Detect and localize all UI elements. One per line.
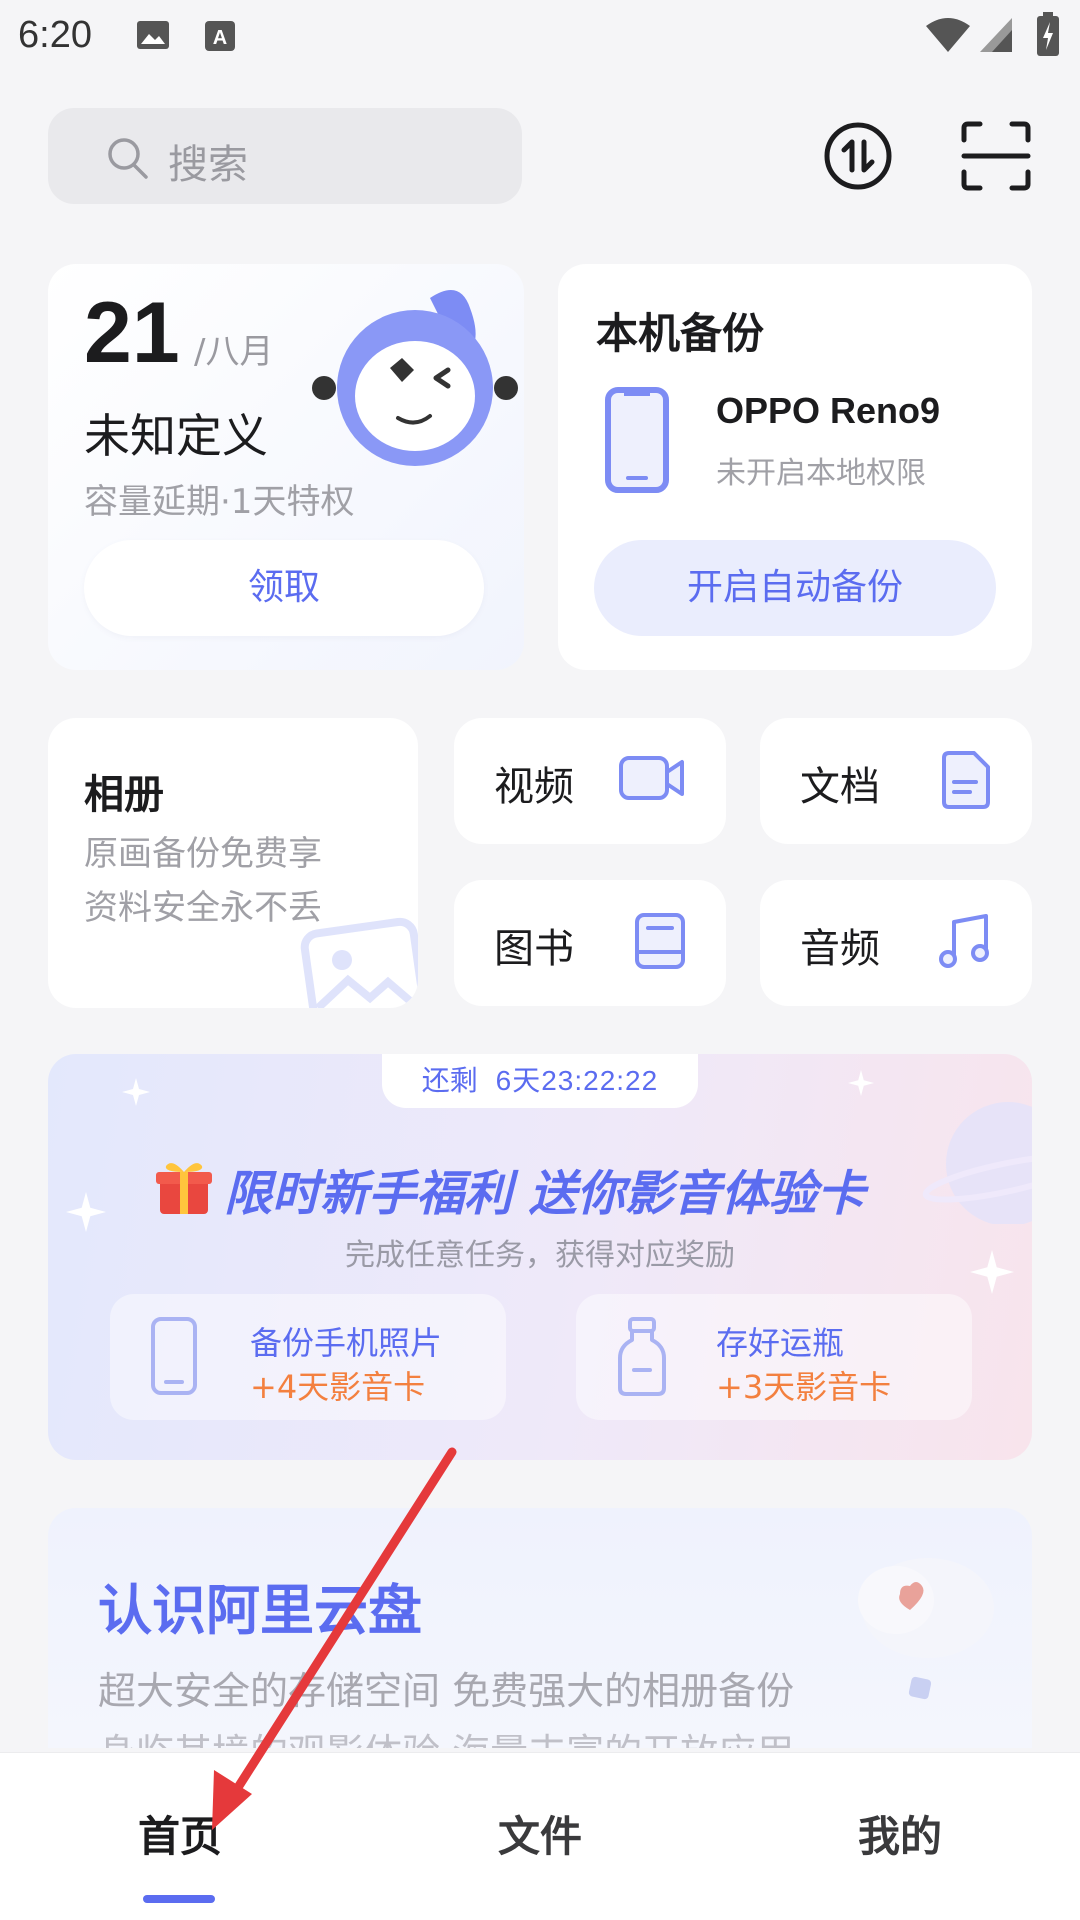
event-banner[interactable]: 还剩 6天23:22:22 限时新手福利 送你影音体验卡 完成任意任务，获得对应… — [48, 1054, 1032, 1460]
category-document[interactable]: 文档 — [760, 718, 1032, 844]
search-input[interactable]: 搜索 — [48, 108, 522, 204]
auto-backup-button[interactable]: 开启自动备份 — [594, 540, 996, 636]
signal-icon — [978, 16, 1014, 58]
countdown-prefix: 还剩 — [421, 1064, 478, 1097]
category-audio[interactable]: 音频 — [760, 880, 1032, 1006]
book-icon — [634, 912, 686, 974]
bottom-nav: 首页 文件 我的 — [0, 1752, 1080, 1920]
photo-icon — [298, 908, 418, 1008]
task-name: 存好运瓶 — [716, 1324, 845, 1362]
album-card[interactable]: 相册 原画备份免费享 资料安全永不丢 — [48, 718, 418, 1008]
tab-home[interactable]: 首页 — [80, 1803, 280, 1864]
document-icon — [940, 750, 992, 814]
promo-title: 未知定义 — [84, 409, 268, 463]
wifi-icon — [924, 16, 972, 58]
album-title: 相册 — [84, 772, 164, 818]
category-document-label: 文档 — [800, 764, 880, 810]
gift-icon — [154, 1158, 214, 1222]
task-reward: +4天影音卡 — [250, 1368, 426, 1406]
active-tab-indicator — [143, 1895, 215, 1903]
tab-files[interactable]: 文件 — [440, 1803, 640, 1864]
bottle-icon — [616, 1316, 668, 1402]
task-backup-photos[interactable]: 备份手机照片 +4天影音卡 — [110, 1294, 506, 1420]
task-lucky-bottle[interactable]: 存好运瓶 +3天影音卡 — [576, 1294, 972, 1420]
cloud-heart-icon — [848, 1538, 998, 1712]
backup-card: 本机备份 OPPO Reno9 未开启本地权限 开启自动备份 — [558, 264, 1032, 670]
search-icon — [104, 134, 152, 186]
promo-day: 21 — [84, 285, 180, 381]
intro-line2: 身临其境的观影体验 海量丰富的开放应用 — [98, 1722, 794, 1748]
sparkle-icon — [66, 1192, 106, 1232]
intro-line1: 超大安全的存储空间 免费强大的相册备份 — [98, 1669, 795, 1713]
category-video-label: 视频 — [494, 764, 574, 810]
tab-mine[interactable]: 我的 — [800, 1803, 1000, 1864]
category-audio-label: 音频 — [800, 926, 880, 972]
transfer-button[interactable] — [822, 120, 894, 192]
mascot-icon — [310, 278, 520, 482]
backup-title: 本机备份 — [596, 309, 765, 358]
category-book-label: 图书 — [494, 926, 574, 972]
promo-subtitle: 容量延期·1天特权 — [84, 482, 355, 522]
intro-card[interactable]: 认识阿里云盘 超大安全的存储空间 免费强大的相册备份 身临其境的观影体验 海量丰… — [48, 1508, 1032, 1748]
promo-card: 21 /八月 未知定义 容量延期·1天特权 领取 — [48, 264, 524, 670]
scan-button[interactable] — [960, 120, 1032, 192]
event-subtitle: 完成任意任务，获得对应奖励 — [345, 1238, 735, 1273]
video-icon — [618, 750, 686, 810]
countdown-time: 6天23:22:22 — [495, 1065, 659, 1096]
device-status: 未开启本地权限 — [716, 456, 926, 491]
sparkle-icon — [848, 1070, 874, 1096]
category-video[interactable]: 视频 — [454, 718, 726, 844]
svg-text:A: A — [213, 27, 227, 49]
promo-month: /八月 — [194, 332, 274, 372]
keyboard-a-icon: A — [204, 20, 236, 56]
search-placeholder: 搜索 — [168, 142, 248, 188]
task-name: 备份手机照片 — [250, 1324, 443, 1362]
intro-title: 认识阿里云盘 — [98, 1579, 422, 1642]
scan-icon — [961, 121, 1031, 191]
sparkle-icon — [122, 1078, 150, 1106]
status-bar: 6:20 A — [0, 0, 1080, 72]
transfer-updown-icon — [824, 122, 892, 190]
category-book[interactable]: 图书 — [454, 880, 726, 1006]
album-desc-line1: 原画备份免费享 — [84, 834, 322, 874]
claim-button[interactable]: 领取 — [84, 540, 484, 636]
planet-decoration-icon — [922, 1102, 1032, 1224]
task-reward: +3天影音卡 — [716, 1368, 892, 1406]
event-title: 限时新手福利 送你影音体验卡 — [224, 1166, 865, 1222]
device-name: OPPO Reno9 — [716, 390, 941, 431]
status-time: 6:20 — [18, 14, 92, 56]
countdown-badge: 还剩 6天23:22:22 — [382, 1054, 698, 1108]
battery-charging-icon — [1036, 12, 1060, 60]
phone-icon — [604, 386, 670, 498]
phone-icon — [150, 1316, 198, 1400]
album-desc-line2: 资料安全永不丢 — [84, 888, 322, 928]
music-note-icon — [938, 912, 992, 974]
image-icon — [136, 20, 170, 54]
